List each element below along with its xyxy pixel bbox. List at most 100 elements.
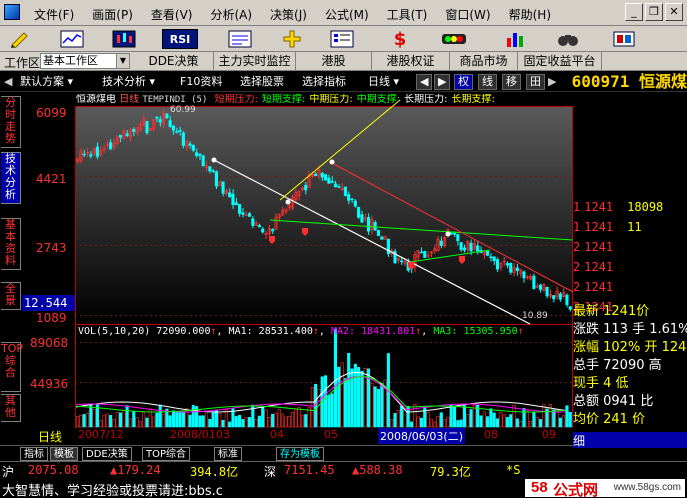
menu-formula[interactable]: 公式(M) <box>319 4 375 25</box>
menu-file[interactable]: 文件(F) <box>28 4 80 25</box>
default-scheme-label: 默认方案 <box>20 75 64 88</box>
candle <box>211 170 215 172</box>
vtab-timeshare[interactable]: 分时走势 <box>1 96 21 148</box>
volume-bar <box>271 413 275 428</box>
candle <box>168 120 172 127</box>
panel-footer[interactable]: 细 <box>573 432 687 448</box>
tab-hk-warrant[interactable]: 港股权证 <box>372 52 450 71</box>
volume-bar <box>304 414 308 428</box>
btab-standard[interactable]: 标准 <box>214 447 242 461</box>
btab-dde[interactable]: DDE决策 <box>82 447 132 461</box>
candle <box>568 306 572 310</box>
app-icon[interactable] <box>4 4 20 20</box>
menu-window[interactable]: 窗口(W) <box>439 4 496 25</box>
candle <box>165 113 169 119</box>
menu-view[interactable]: 查看(V) <box>145 4 199 25</box>
volume-bar <box>423 406 427 428</box>
menu-tools[interactable]: 工具(T) <box>381 4 434 25</box>
prev-arrow-icon[interactable]: ◀ <box>4 74 12 90</box>
ma2-value: 18431.801 <box>361 326 416 337</box>
quote-row: 涨跌 113 手 1.61% <box>573 322 687 337</box>
volume-bar <box>347 353 351 428</box>
candle <box>360 214 364 223</box>
left-arrow-icon[interactable]: ◀ <box>416 74 433 90</box>
volume-bar <box>409 421 414 428</box>
candle <box>515 267 519 272</box>
menu-help[interactable]: 帮助(H) <box>503 4 557 25</box>
btab-save-template[interactable]: 存为模板 <box>276 447 324 461</box>
btab-template[interactable]: 模板 <box>50 447 78 461</box>
vtab-technical[interactable]: 技术分析 <box>1 152 21 204</box>
volume-bar <box>208 418 212 428</box>
chart-canvas[interactable] <box>0 92 574 432</box>
btab-indicator[interactable]: 指标 <box>20 447 48 461</box>
volume-bar <box>459 419 463 428</box>
btab-top[interactable]: TOP综合 <box>142 447 191 461</box>
candle <box>545 287 549 297</box>
menu-decision[interactable]: 决策(J) <box>264 4 313 25</box>
rsi-button[interactable]: RSI <box>162 29 198 49</box>
volume-bar <box>515 418 519 428</box>
vtab-panorama[interactable]: 全景 <box>1 282 21 310</box>
candle <box>327 177 331 184</box>
traffic-icon[interactable] <box>440 29 468 49</box>
vtab-top[interactable]: TOP综合 <box>1 342 23 392</box>
select-indicator-button[interactable]: 选择指标 <box>302 74 346 90</box>
chevron-down-icon[interactable]: ▼ <box>116 54 129 68</box>
tab-hk-stock[interactable]: 港股 <box>296 52 372 71</box>
volume-bar <box>419 417 423 428</box>
high-label: 60.99 <box>170 105 196 115</box>
low-label: 10.89 <box>522 311 548 321</box>
period-label: 日线 <box>368 75 390 88</box>
report-icon[interactable] <box>226 29 254 49</box>
volume-bar <box>469 409 473 428</box>
tab-main-monitor[interactable]: 主力实时监控 <box>214 52 296 71</box>
settings-icon[interactable] <box>610 29 638 49</box>
legend-item: 长期压力: <box>404 94 448 105</box>
bar-chart-icon[interactable] <box>502 29 530 49</box>
candle <box>171 125 175 131</box>
line-button[interactable]: 线 <box>478 74 497 90</box>
volume-bar <box>257 415 261 428</box>
default-scheme-button[interactable]: 默认方案 ▾ <box>20 74 73 90</box>
scroll-right-icon[interactable]: ▶ <box>548 74 556 90</box>
tab-commodity[interactable]: 商品市场 <box>450 52 518 71</box>
dollar-button[interactable]: $ <box>386 29 414 50</box>
grid-button[interactable]: 田 <box>526 74 545 90</box>
kline-chart-icon[interactable] <box>110 29 138 49</box>
menu-screen[interactable]: 画面(P) <box>86 4 139 25</box>
candle <box>145 121 149 134</box>
order-book-row: 2 1241 <box>573 280 614 294</box>
crosshair-icon[interactable] <box>278 29 306 49</box>
volume-bar <box>439 412 443 428</box>
f10-button[interactable]: F10资料 <box>180 74 222 90</box>
tab-dde[interactable]: DDE决策 <box>134 52 214 71</box>
tab-fixed-income[interactable]: 固定收益平台 <box>518 52 602 71</box>
right-arrow-icon[interactable]: ▶ <box>434 74 451 90</box>
tech-analysis-button[interactable]: 技术分析 ▾ <box>102 74 155 90</box>
candle <box>337 186 341 188</box>
volume-bar <box>495 418 500 428</box>
restore-button[interactable]: ❐ <box>645 3 663 21</box>
vtab-other[interactable]: 其他 <box>1 394 21 422</box>
period-button[interactable]: 日线 ▾ <box>368 74 399 90</box>
close-button[interactable]: ✕ <box>665 3 683 21</box>
candle <box>271 229 275 232</box>
candle <box>198 153 202 156</box>
select-stock-button[interactable]: 选择股票 <box>240 74 284 90</box>
chart-area[interactable]: 恒源煤电 日线 TEMPINDI (5) 短期压力: 短期支撑: 中期压力: 中期支撑… <box>0 92 574 444</box>
move-button[interactable]: 移 <box>502 74 521 90</box>
candle <box>347 194 351 201</box>
binoculars-icon[interactable] <box>554 29 582 49</box>
list-icon[interactable] <box>328 29 356 49</box>
volume-bar <box>181 411 185 428</box>
vtab-fundamental[interactable]: 基本资料 <box>1 218 21 270</box>
candle <box>201 155 205 167</box>
minimize-button[interactable]: _ <box>625 3 643 21</box>
menu-analysis[interactable]: 分析(A) <box>204 4 258 25</box>
rights-button[interactable]: 权 <box>454 74 473 90</box>
pencil-icon[interactable] <box>6 29 34 49</box>
workspace-select[interactable]: 基本工作区 ▼ <box>40 53 130 69</box>
minute-chart-icon[interactable] <box>58 29 86 49</box>
volume-bar <box>238 415 242 428</box>
